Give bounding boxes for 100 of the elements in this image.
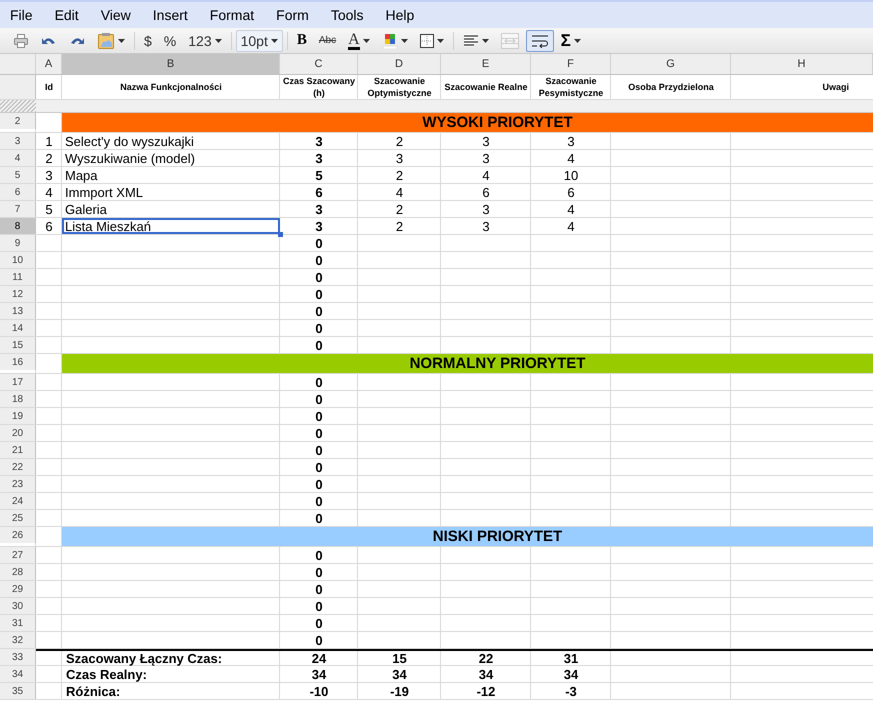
column-header[interactable]: H — [731, 54, 873, 74]
table-cell-text: 0 — [314, 252, 324, 268]
row-number[interactable]: 12 — [0, 286, 36, 302]
table-cell-text: 3 — [314, 133, 324, 149]
table-cell-text: 3 — [314, 150, 324, 166]
row-number[interactable]: 34 — [0, 666, 36, 682]
table-cell-text: 6 — [481, 184, 491, 200]
table-cell-text: 0 — [314, 408, 324, 424]
table-cell-text: 0 — [314, 425, 324, 441]
menu-item[interactable]: File — [0, 7, 45, 23]
number-format-button[interactable]: 123 — [183, 30, 227, 52]
column-title: Id — [44, 81, 54, 94]
font-size-dropdown[interactable]: 10pt — [236, 30, 283, 52]
wrap-button[interactable] — [526, 30, 554, 52]
table-cell-text: 0 — [314, 442, 324, 458]
menu-item[interactable]: View — [90, 7, 143, 23]
row-number[interactable]: 14 — [0, 320, 36, 336]
table-cell-text: Immport XML — [64, 184, 144, 200]
caret-icon — [482, 38, 489, 42]
menu-item[interactable]: Edit — [44, 7, 91, 23]
table-cell: Lista Mieszkań — [62, 218, 280, 234]
bold-button[interactable]: B — [292, 30, 312, 52]
row-number[interactable]: 26 — [0, 527, 36, 543]
table-cell-text: 0 — [314, 615, 324, 631]
row-number[interactable]: 16 — [0, 354, 36, 370]
table-cell-text: 10 — [562, 167, 580, 183]
row-number[interactable]: 10 — [0, 252, 36, 268]
row-number[interactable]: 6 — [0, 184, 36, 200]
row-number[interactable]: 2 — [0, 113, 36, 129]
column-header[interactable]: E — [441, 54, 531, 74]
row-number[interactable]: 27 — [0, 547, 36, 563]
row-number[interactable]: 35 — [0, 683, 36, 699]
fill-handle[interactable] — [278, 232, 283, 237]
table-cell-text: -10 — [308, 683, 330, 699]
format-button[interactable]: % — [158, 30, 182, 52]
text-color-button[interactable]: A — [343, 30, 375, 52]
format-button[interactable]: $ — [139, 30, 157, 52]
borders-icon — [420, 34, 434, 48]
table-cell-text: 5 — [314, 167, 324, 183]
row-number[interactable]: 9 — [0, 235, 36, 251]
row-number[interactable]: 20 — [0, 425, 36, 441]
row-number[interactable]: 25 — [0, 510, 36, 526]
sum-button[interactable]: Σ — [556, 30, 586, 52]
table-cell-text: 0 — [314, 286, 324, 302]
table-cell-text: 0 — [314, 581, 324, 597]
row-number[interactable]: 3 — [0, 133, 36, 149]
menu-item[interactable]: Format — [200, 7, 266, 23]
row-number[interactable]: 24 — [0, 493, 36, 509]
table-cell-text: Mapa — [64, 167, 99, 183]
menu-item[interactable]: Tools — [320, 7, 376, 23]
wrap-text-icon — [530, 34, 549, 48]
column-header[interactable]: D — [358, 54, 441, 74]
menu-item[interactable]: Insert — [142, 7, 200, 23]
row-number[interactable]: 28 — [0, 564, 36, 580]
row-number[interactable]: 15 — [0, 337, 36, 353]
clipboard-icon — [97, 32, 115, 50]
row-number[interactable]: 8 — [0, 218, 36, 234]
column-header[interactable]: F — [531, 54, 611, 74]
table-cell-text: 3 — [481, 218, 491, 234]
column-header[interactable]: A — [36, 54, 62, 74]
row-number[interactable]: 32 — [0, 632, 36, 648]
row-number[interactable]: 5 — [0, 167, 36, 183]
row-number[interactable]: 13 — [0, 303, 36, 319]
row-number[interactable]: 31 — [0, 615, 36, 631]
column-title: Uwagi — [821, 81, 850, 94]
menu-item[interactable]: Form — [266, 7, 321, 23]
row-number[interactable]: 23 — [0, 476, 36, 492]
row-number[interactable]: 21 — [0, 442, 36, 458]
row-number[interactable]: 30 — [0, 598, 36, 614]
strikethrough-button[interactable]: Abc — [314, 30, 342, 52]
table-cell-text: 6 — [566, 184, 576, 200]
row-number[interactable]: 7 — [0, 201, 36, 217]
table-cell-text: 0 — [314, 510, 324, 526]
column-title: Osoba Przydzielona — [627, 81, 715, 94]
column-header[interactable]: B — [62, 54, 280, 74]
row-number[interactable]: 18 — [0, 391, 36, 407]
printer-icon — [13, 32, 29, 48]
column-title: Szacowanie Pesymistyczne — [538, 75, 604, 99]
column-header[interactable]: G — [611, 54, 731, 74]
table-cell-text: 2 — [394, 218, 404, 234]
table-cell-text: -3 — [564, 683, 578, 699]
table-cell-text: 3 — [314, 201, 324, 217]
row-number[interactable]: 19 — [0, 408, 36, 424]
column-header[interactable]: C — [280, 54, 358, 74]
row-number[interactable]: 29 — [0, 581, 36, 597]
row-number[interactable]: 17 — [0, 374, 36, 390]
table-cell-text: 3 — [481, 133, 491, 149]
table-cell-text: 3 — [481, 201, 491, 217]
row-number[interactable]: 11 — [0, 269, 36, 285]
table-cell-text: 2 — [394, 201, 404, 217]
row-number[interactable]: 33 — [0, 649, 36, 665]
table-cell-text: -19 — [389, 683, 410, 699]
table-cell-text: 5 — [44, 201, 54, 217]
table-cell-text: 0 — [314, 337, 324, 353]
row-number[interactable]: 4 — [0, 150, 36, 166]
row-number[interactable]: 22 — [0, 459, 36, 475]
table-cell-text: 6 — [314, 184, 324, 200]
column-title: Czas Szacowany (h) — [282, 75, 356, 99]
table-cell-text: 3 — [44, 167, 54, 183]
menu-item[interactable]: Help — [376, 7, 426, 23]
